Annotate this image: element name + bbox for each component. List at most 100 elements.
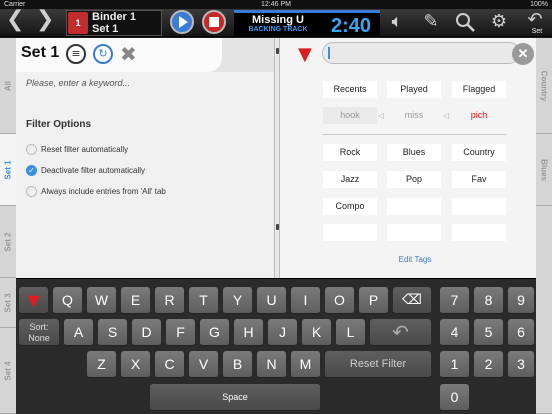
key-z[interactable]: Z — [87, 351, 116, 378]
key-m[interactable]: M — [291, 351, 320, 378]
option-include-all[interactable]: Always include entries from 'All' tab — [26, 186, 166, 198]
key-9[interactable]: 9 — [508, 287, 534, 314]
tag-flagged[interactable]: Flagged — [452, 81, 506, 98]
timer-display[interactable]: 2:40 — [322, 10, 380, 37]
key-b[interactable]: B — [223, 351, 252, 378]
key-d[interactable]: D — [132, 319, 161, 346]
key-k[interactable]: K — [302, 319, 331, 346]
radio-icon — [26, 186, 37, 198]
key-e[interactable]: E — [121, 287, 150, 314]
space-key[interactable]: Space — [150, 384, 320, 411]
key-5[interactable]: 5 — [474, 319, 503, 346]
filter-funnel-icon[interactable]: ▼ — [298, 44, 312, 65]
chevron-right-icon[interactable]: ❯ — [36, 9, 54, 31]
play-icon — [179, 16, 188, 28]
tag-empty[interactable] — [323, 224, 377, 241]
tab-blues[interactable]: Blues — [536, 134, 552, 206]
settings-gear-icon[interactable]: ⚙ — [488, 11, 510, 33]
key-v[interactable]: V — [189, 351, 218, 378]
tag-pop[interactable]: Pop — [387, 171, 441, 188]
search-input[interactable] — [322, 42, 520, 64]
key-p[interactable]: P — [359, 287, 388, 314]
edit-tags-link[interactable]: Edit Tags — [380, 255, 450, 264]
filter-funnel-key-icon[interactable]: ▼ — [19, 287, 48, 314]
tab-empty — [536, 206, 552, 414]
key-x[interactable]: X — [121, 351, 150, 378]
tag-played[interactable]: Played — [387, 81, 441, 98]
key-8[interactable]: 8 — [474, 287, 503, 314]
tag-fav[interactable]: Fav — [452, 171, 506, 188]
key-r[interactable]: R — [155, 287, 184, 314]
key-l[interactable]: L — [336, 319, 365, 346]
arrow-left-icon: ◁ — [378, 111, 385, 120]
keyword-placeholder: Please, enter a keyword... — [26, 78, 131, 88]
key-g[interactable]: G — [200, 319, 229, 346]
key-0[interactable]: 0 — [440, 384, 469, 411]
tag-empty[interactable] — [452, 198, 506, 215]
filter-options-title: Filter Options — [26, 119, 91, 130]
refresh-icon[interactable]: ↻ — [93, 44, 113, 64]
tab-set-2[interactable]: Set 2 — [0, 206, 16, 278]
key-n[interactable]: N — [257, 351, 286, 378]
key-2[interactable]: 2 — [474, 351, 503, 378]
tag-jazz[interactable]: Jazz — [323, 171, 377, 188]
tag-empty[interactable] — [452, 224, 506, 241]
tag-country[interactable]: Country — [452, 144, 506, 161]
page-title: Set 1 — [21, 44, 60, 61]
set-button-label[interactable]: Set — [526, 28, 548, 35]
key-y[interactable]: Y — [223, 287, 252, 314]
tag-divider — [322, 134, 506, 135]
tab-all[interactable]: All — [0, 38, 16, 134]
tag-empty[interactable] — [387, 224, 441, 241]
key-a[interactable]: A — [64, 319, 93, 346]
stop-icon — [209, 17, 219, 27]
undo-icon[interactable]: ↶ — [370, 319, 431, 346]
key-q[interactable]: Q — [53, 287, 82, 314]
tab-set-4[interactable]: Set 4 — [0, 328, 16, 414]
pencil-icon[interactable]: ✎ — [420, 11, 442, 33]
key-w[interactable]: W — [87, 287, 116, 314]
key-1[interactable]: 1 — [440, 351, 469, 378]
left-set-tabs: All Set 1 Set 2 Set 3 Set 4 — [0, 38, 16, 414]
option-reset-filter[interactable]: Reset filter automatically — [26, 144, 128, 156]
reset-filter-button[interactable]: Reset Filter — [325, 351, 431, 378]
tag-compo[interactable]: Compo — [323, 198, 377, 215]
key-7[interactable]: 7 — [440, 287, 469, 314]
key-u[interactable]: U — [257, 287, 286, 314]
text-cursor — [328, 47, 330, 59]
key-j[interactable]: J — [268, 319, 297, 346]
tab-country[interactable]: Country — [536, 38, 552, 134]
key-hook[interactable]: hook — [323, 107, 377, 124]
search-icon[interactable] — [454, 11, 476, 39]
chevron-left-icon[interactable]: ❮ — [6, 9, 24, 31]
tag-rock[interactable]: Rock — [323, 144, 377, 161]
key-6[interactable]: 6 — [508, 319, 534, 346]
arrow-left-icon: ◁ — [443, 111, 450, 120]
tag-blues[interactable]: Blues — [387, 144, 441, 161]
tab-set-1[interactable]: Set 1 — [0, 134, 16, 206]
stop-button[interactable] — [202, 10, 226, 34]
key-3[interactable]: 3 — [508, 351, 534, 378]
option-deactivate-filter[interactable]: ✓ Deactivate filter automatically — [26, 165, 145, 177]
key-miss[interactable]: miss — [387, 107, 441, 124]
key-i[interactable]: I — [291, 287, 320, 314]
backspace-icon[interactable]: ⌫ — [393, 287, 431, 314]
sort-button[interactable]: Sort: None — [19, 319, 59, 346]
tab-set-3[interactable]: Set 3 — [0, 278, 16, 328]
key-o[interactable]: O — [325, 287, 354, 314]
tag-recents[interactable]: Recents — [323, 81, 377, 98]
speaker-icon[interactable]: 🔈︎ — [386, 11, 408, 33]
tag-empty[interactable] — [387, 198, 441, 215]
key-h[interactable]: H — [234, 319, 263, 346]
key-s[interactable]: S — [98, 319, 127, 346]
play-button[interactable] — [170, 10, 194, 34]
key-f[interactable]: F — [166, 319, 195, 346]
key-c[interactable]: C — [155, 351, 184, 378]
key-4[interactable]: 4 — [440, 319, 469, 346]
clear-search-icon[interactable]: ✕ — [512, 43, 534, 65]
key-t[interactable]: T — [189, 287, 218, 314]
right-tag-tabs: Country Blues — [536, 38, 552, 414]
key-pich[interactable]: pich — [452, 107, 506, 124]
list-lines-icon[interactable]: ≡ — [66, 44, 86, 64]
close-icon[interactable]: ✖ — [120, 42, 137, 66]
